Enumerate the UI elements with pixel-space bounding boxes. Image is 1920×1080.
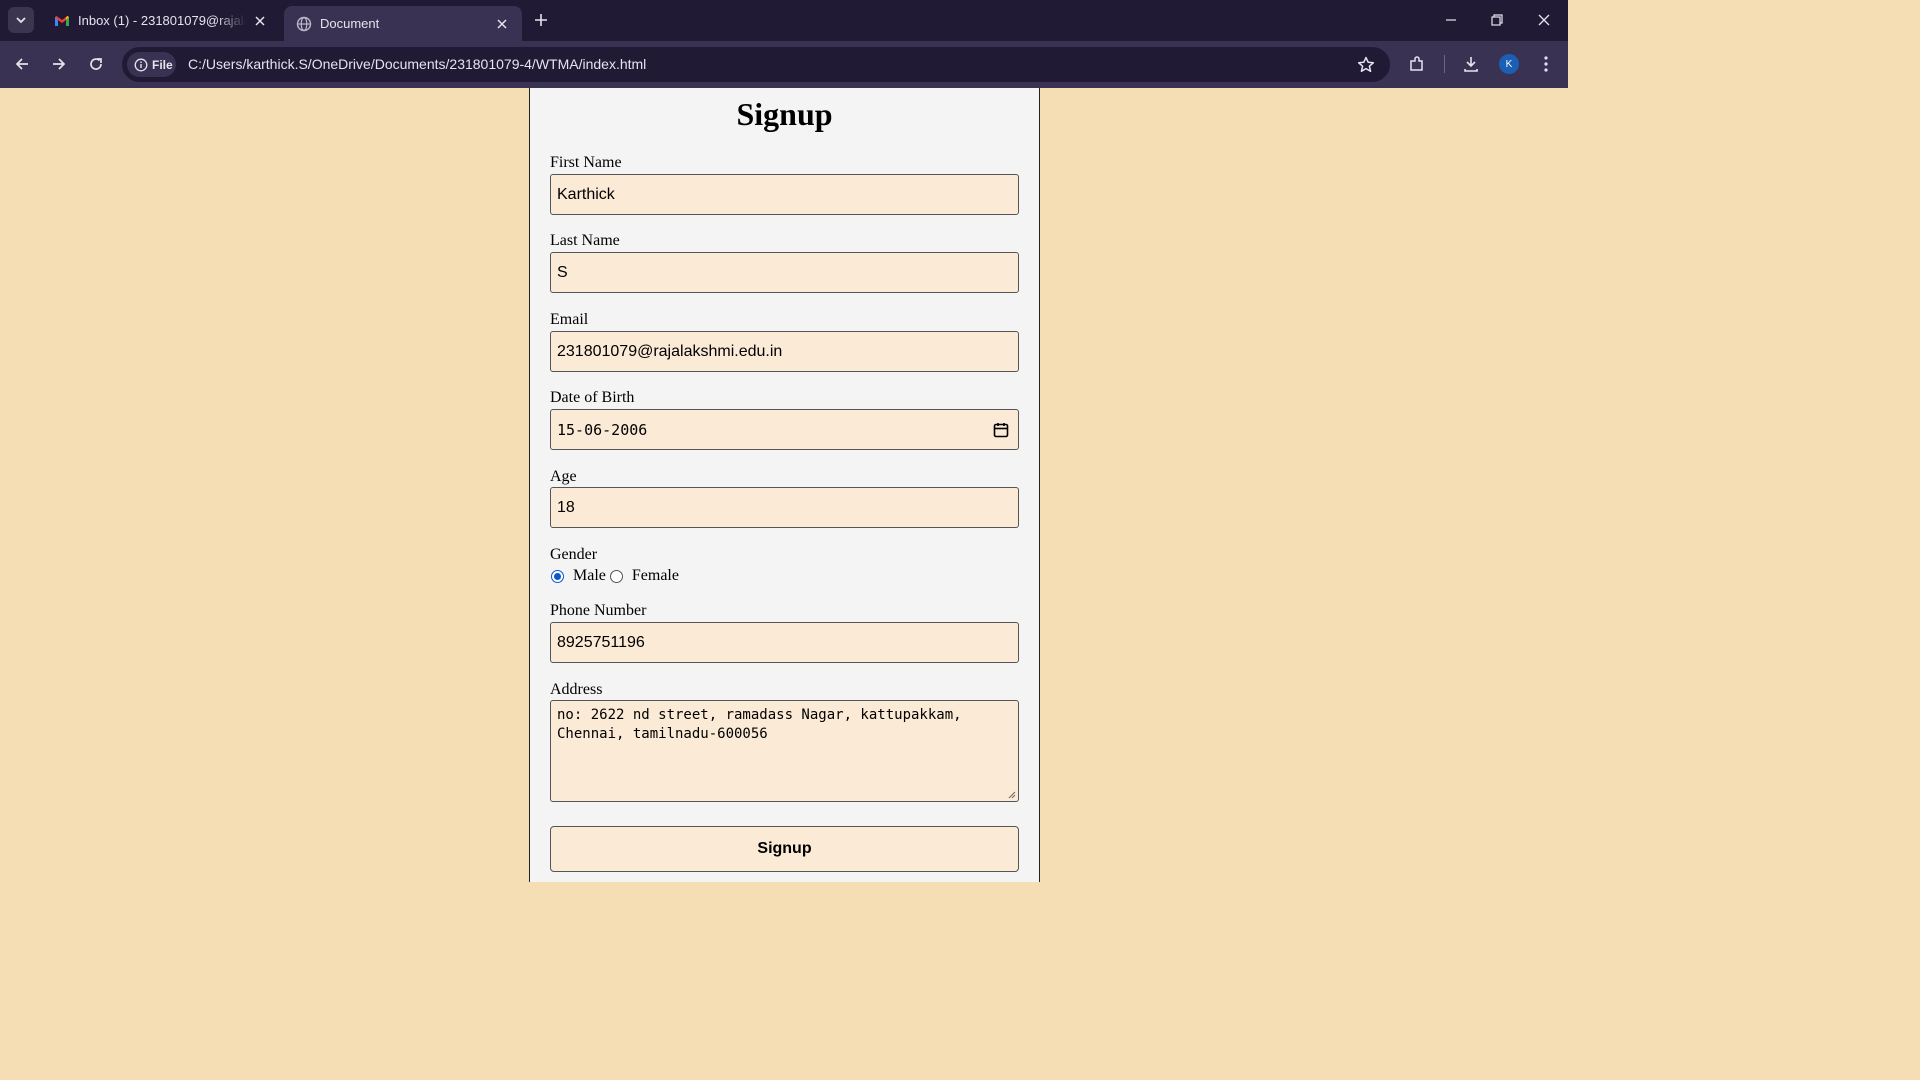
reload-icon[interactable] (86, 54, 106, 74)
tab-strip: Inbox (1) - 231801079@rajalakshmi.edu.in… (0, 0, 1568, 41)
restore-icon[interactable] (1487, 10, 1507, 30)
gender-male-label: Male (573, 567, 606, 584)
dob-value: 15-06-2006 (557, 420, 648, 439)
dob-input[interactable]: 15-06-2006 (550, 409, 1019, 450)
info-icon (134, 58, 148, 71)
page-viewport: Signup First Name Karthick Last Name S E… (0, 88, 1568, 882)
site-info-chip[interactable]: File (127, 52, 176, 77)
download-icon[interactable] (1461, 54, 1481, 74)
menu-kebab-icon[interactable] (1536, 54, 1556, 74)
toolbar-divider (1444, 55, 1445, 73)
tab-search-button[interactable] (8, 7, 34, 33)
back-icon[interactable] (12, 54, 32, 74)
new-tab-icon[interactable] (531, 10, 551, 30)
gmail-icon (55, 15, 69, 26)
age-input[interactable]: 18 (550, 487, 1019, 528)
tab-document[interactable]: Document (284, 6, 522, 41)
calendar-icon[interactable] (992, 421, 1010, 439)
gender-label: Gender (550, 546, 598, 563)
phone-input[interactable]: 8925751196 (550, 622, 1019, 663)
gender-female-label: Female (631, 567, 679, 584)
gender-male-radio[interactable] (551, 569, 564, 583)
address-label: Address (550, 681, 603, 698)
bookmark-star-icon[interactable] (1356, 55, 1376, 75)
url-text[interactable]: C:/Users/karthick.S/OneDrive/Documents/2… (188, 56, 646, 72)
last-name-label: Last Name (550, 232, 620, 249)
signup-card: Signup First Name Karthick Last Name S E… (529, 88, 1040, 882)
tab-inbox[interactable]: Inbox (1) - 231801079@rajalakshmi.edu.in (42, 0, 280, 41)
signup-button[interactable]: Signup (550, 826, 1019, 872)
minimize-icon[interactable] (1441, 10, 1461, 30)
tab-title: Document (320, 16, 380, 31)
first-name-label: First Name (550, 154, 622, 171)
last-name-input[interactable]: S (550, 252, 1019, 293)
chip-label: File (152, 57, 173, 72)
phone-label: Phone Number (550, 602, 647, 619)
first-name-input[interactable]: Karthick (550, 174, 1019, 215)
dob-label: Date of Birth (550, 389, 635, 406)
close-icon[interactable] (494, 16, 510, 32)
tab-title: Inbox (1) - 231801079@rajalakshmi.edu.in (78, 13, 246, 28)
address-value: no: 2622 nd street, ramadass Nagar, katt… (557, 707, 962, 742)
browser-toolbar: File C:/Users/karthick.S/OneDrive/Docume… (0, 41, 1568, 88)
chevron-down-icon (16, 17, 26, 24)
extensions-icon[interactable] (1407, 54, 1427, 74)
profile-avatar[interactable]: K (1499, 54, 1519, 74)
age-label: Age (550, 468, 577, 485)
address-textarea[interactable]: no: 2622 nd street, ramadass Nagar, katt… (550, 700, 1019, 802)
forward-icon[interactable] (49, 54, 69, 74)
address-bar[interactable]: File C:/Users/karthick.S/OneDrive/Docume… (122, 47, 1390, 82)
close-window-icon[interactable] (1534, 10, 1554, 30)
gender-radio-group: Male Female (550, 566, 679, 586)
email-input[interactable]: 231801079@rajalakshmi.edu.in (550, 331, 1019, 372)
resize-handle-icon[interactable] (1008, 791, 1016, 799)
email-label: Email (550, 311, 589, 328)
close-icon[interactable] (252, 13, 268, 29)
gender-female-radio[interactable] (609, 569, 623, 583)
page-title: Signup (736, 96, 833, 132)
globe-icon (296, 16, 312, 31)
